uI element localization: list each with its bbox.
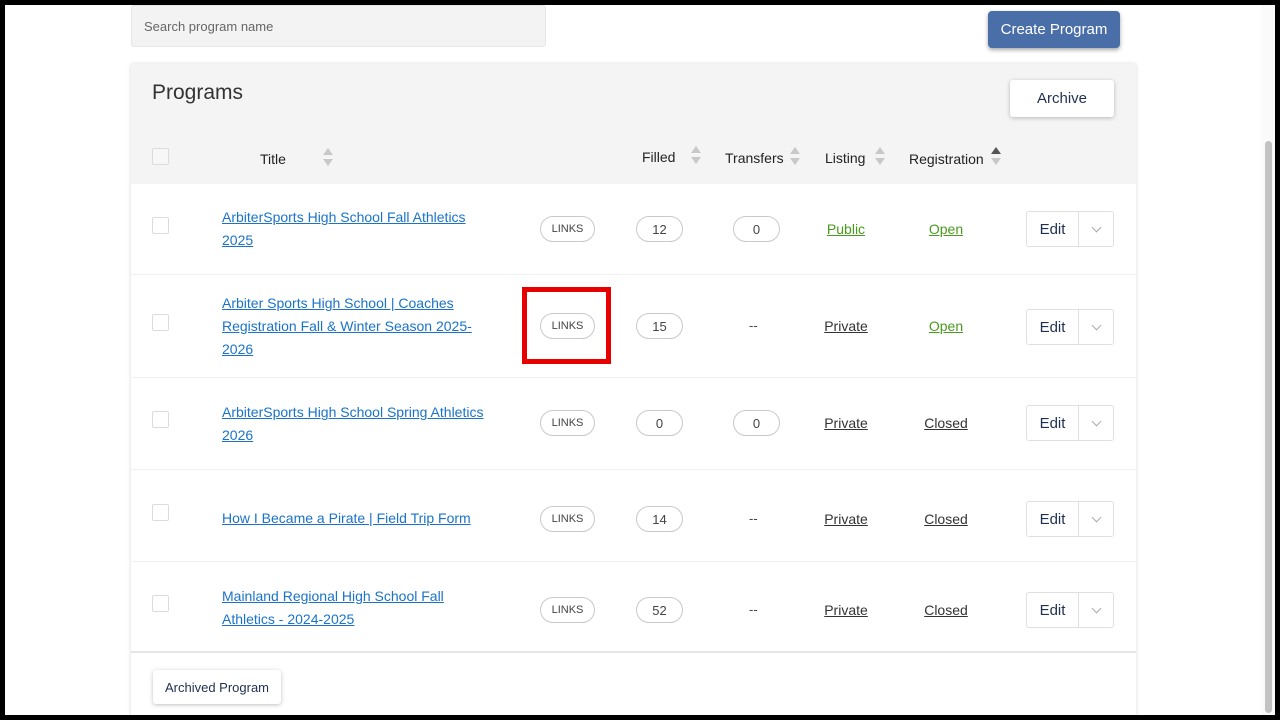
sort-title-icon[interactable]	[323, 147, 333, 169]
app-frame: Search program name Create Program Progr…	[5, 5, 1275, 715]
create-program-button[interactable]: Create Program	[988, 11, 1120, 48]
edit-button-group: Edit	[1026, 501, 1114, 537]
transfers-count-badge: 0	[733, 216, 780, 242]
table-row: Mainland Regional High School Fall Athle…	[131, 562, 1136, 651]
archive-button[interactable]: Archive	[1010, 80, 1114, 117]
transfers-count-badge: 0	[733, 410, 780, 436]
program-title-link[interactable]: Arbiter Sports High School | Coaches Reg…	[222, 292, 497, 361]
table-row: Arbiter Sports High School | Coaches Reg…	[131, 275, 1136, 378]
program-title-link[interactable]: Mainland Regional High School Fall Athle…	[222, 585, 497, 631]
table-row: How I Became a Pirate | Field Trip Form …	[131, 470, 1136, 562]
edit-button-group: Edit	[1026, 309, 1114, 345]
chevron-down-icon	[1091, 416, 1101, 426]
row-checkbox[interactable]	[152, 314, 169, 331]
table-row: ArbiterSports High School Fall Athletics…	[131, 184, 1136, 275]
program-title-link[interactable]: How I Became a Pirate | Field Trip Form	[222, 507, 497, 530]
column-header-title[interactable]: Title	[260, 151, 286, 167]
edit-dropdown-toggle[interactable]	[1079, 593, 1113, 627]
chevron-down-icon	[1091, 512, 1101, 522]
transfers-empty-value: --	[749, 318, 758, 333]
edit-dropdown-toggle[interactable]	[1079, 406, 1113, 440]
registration-status-link[interactable]: Closed	[911, 415, 981, 431]
column-header-filled[interactable]: Filled	[642, 149, 675, 165]
filled-count-badge: 14	[636, 506, 683, 532]
table-row: ArbiterSports High School Spring Athleti…	[131, 378, 1136, 470]
links-button[interactable]: LINKS	[540, 410, 595, 436]
row-checkbox[interactable]	[152, 411, 169, 428]
edit-button[interactable]: Edit	[1027, 212, 1079, 246]
transfers-empty-value: --	[749, 602, 758, 617]
links-button[interactable]: LINKS	[540, 597, 595, 623]
sort-filled-icon[interactable]	[691, 145, 701, 167]
edit-button[interactable]: Edit	[1027, 310, 1079, 344]
column-header-listing[interactable]: Listing	[825, 150, 865, 166]
edit-dropdown-toggle[interactable]	[1079, 502, 1113, 536]
panel-title: Programs	[152, 81, 244, 104]
sort-listing-icon[interactable]	[875, 146, 885, 168]
scrollbar-thumb[interactable]	[1265, 141, 1272, 713]
row-checkbox[interactable]	[152, 504, 169, 521]
registration-status-link[interactable]: Closed	[911, 511, 981, 527]
edit-button[interactable]: Edit	[1027, 593, 1079, 627]
sort-registration-icon[interactable]	[991, 146, 1001, 168]
program-title-link[interactable]: ArbiterSports High School Spring Athleti…	[222, 401, 497, 447]
archived-program-button[interactable]: Archived Program	[153, 670, 281, 704]
annotation-highlight-box	[522, 287, 611, 364]
search-input[interactable]: Search program name	[131, 5, 546, 47]
edit-button[interactable]: Edit	[1027, 406, 1079, 440]
listing-status-link[interactable]: Private	[811, 602, 881, 618]
listing-status-link[interactable]: Private	[811, 511, 881, 527]
filled-count-badge: 12	[636, 216, 683, 242]
sort-transfers-icon[interactable]	[790, 146, 800, 168]
edit-dropdown-toggle[interactable]	[1079, 310, 1113, 344]
registration-status-link[interactable]: Open	[911, 221, 981, 237]
program-title-link[interactable]: ArbiterSports High School Fall Athletics…	[222, 206, 497, 252]
listing-status-link[interactable]: Private	[811, 415, 881, 431]
listing-status-link[interactable]: Private	[811, 318, 881, 334]
column-header-registration[interactable]: Registration	[909, 151, 984, 167]
links-button[interactable]: LINKS	[540, 216, 595, 242]
chevron-down-icon	[1091, 320, 1101, 330]
chevron-down-icon	[1091, 603, 1101, 613]
programs-panel: Programs Archive Title Filled Transfers …	[131, 64, 1136, 715]
links-button[interactable]: LINKS	[540, 506, 595, 532]
row-checkbox[interactable]	[152, 595, 169, 612]
registration-status-link[interactable]: Open	[911, 318, 981, 334]
chevron-down-icon	[1091, 222, 1101, 232]
table-footer-divider	[131, 651, 1136, 653]
registration-status-link[interactable]: Closed	[911, 602, 981, 618]
filled-count-badge: 15	[636, 313, 683, 339]
edit-dropdown-toggle[interactable]	[1079, 212, 1113, 246]
column-header-transfers[interactable]: Transfers	[725, 150, 784, 166]
programs-table-header: Programs Archive Title Filled Transfers …	[131, 64, 1136, 184]
edit-button-group: Edit	[1026, 592, 1114, 628]
edit-button[interactable]: Edit	[1027, 502, 1079, 536]
select-all-checkbox[interactable]	[152, 148, 169, 165]
listing-status-link[interactable]: Public	[811, 221, 881, 237]
filled-count-badge: 52	[636, 597, 683, 623]
transfers-empty-value: --	[749, 511, 758, 526]
filled-count-badge: 0	[636, 410, 683, 436]
row-checkbox[interactable]	[152, 217, 169, 234]
edit-button-group: Edit	[1026, 405, 1114, 441]
edit-button-group: Edit	[1026, 211, 1114, 247]
